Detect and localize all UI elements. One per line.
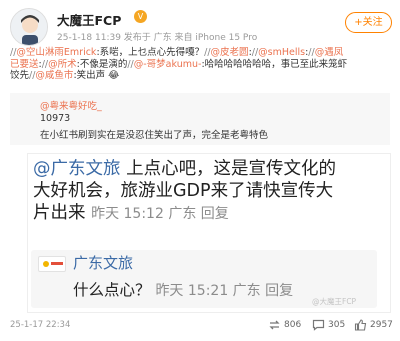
post-meta: 25-1-18 11:39 发布于 广东 来自 iPhone 15 Pro: [57, 33, 258, 43]
chain-line-3: 饺先//@咸鱼市:笑出声 😂: [10, 70, 392, 82]
repost-icon: [269, 320, 280, 330]
chain-text: :不像是演的: [76, 58, 128, 70]
screenshot-reply-text: 什么点心？: [73, 281, 156, 299]
chain-text: :系啱，上乜点心先得嘎？: [96, 47, 205, 58]
mention-link[interactable]: @smHells: [258, 47, 305, 58]
screenshot-mention: @广东文旅: [33, 159, 121, 179]
repost-count: 806: [284, 320, 302, 330]
chain-line-2: 已要送://@所术:不像是演的//@-哥梦akumu-:哈哈哈哈哈哈哈，事已至此…: [10, 59, 392, 71]
username[interactable]: 大魔王FCP: [57, 10, 121, 29]
quoted-text: 在小红书刷到实在是没忍住笑出了声，完全是老粤特色: [40, 130, 269, 141]
chain-text: :哈哈哈哈哈哈哈，事已至此来笼虾: [201, 58, 348, 70]
mention-link[interactable]: @遇凤: [315, 47, 344, 58]
chain-text: 😂: [105, 70, 120, 81]
mention-link[interactable]: @空山淋雨Emrick: [16, 47, 96, 58]
watermark: @大魔王FCP: [312, 297, 357, 306]
comment-icon: [312, 319, 325, 331]
screenshot-comment-meta: 昨天 15:12 广东 回复: [91, 206, 229, 222]
screenshot-reply-meta: 昨天 15:21 广东 回复: [155, 283, 294, 299]
like-button[interactable]: 2957: [354, 316, 393, 334]
screenshot-reply-name: 广东文旅: [73, 254, 134, 272]
chain-text: 饺先: [10, 70, 30, 81]
chain-line-1: //@空山淋雨Emrick:系啱，上乜点心先得嘎？//@皮老圆://@smHel…: [10, 47, 392, 59]
mention-link[interactable]: @所术: [48, 59, 77, 70]
screenshot-reply: 什么点心？ 昨天 15:21 广东 回复: [73, 278, 293, 300]
screenshot-comment: @广东文旅 上点心吧，这是宣传文化的 大好机会，旅游业GDP来了请快宣传大 片出…: [33, 158, 385, 225]
repost-button[interactable]: 806: [268, 316, 301, 334]
vip-badge-icon: V: [134, 10, 147, 23]
screenshot-line-3-text: 片出来: [33, 203, 92, 223]
repost-chain-text: //@空山淋雨Emrick:系啱，上乜点心先得嘎？//@皮老圆://@smHel…: [10, 47, 392, 82]
mention-link[interactable]: 已要送: [10, 59, 39, 70]
screenshot-line-2: 大好机会，旅游业GDP来了请快宣传大: [33, 181, 334, 201]
avatar-image: [11, 9, 47, 45]
quoted-username[interactable]: @粤来粤好吃_: [40, 98, 102, 112]
like-icon: [354, 319, 367, 331]
avatar[interactable]: [10, 8, 48, 46]
chain-text: :笑出声: [73, 70, 106, 81]
screenshot-line-1: @广东文旅 上点心吧，这是宣传文化的: [33, 158, 385, 180]
mention-link[interactable]: @-哥梦akumu-: [134, 59, 202, 70]
mention-link[interactable]: @皮老圆: [211, 47, 249, 58]
comment-button[interactable]: 305: [312, 316, 345, 334]
follow-button[interactable]: +关注: [345, 12, 392, 33]
screenshot-line-3: 片出来 昨天 15:12 广东 回复: [33, 202, 385, 225]
guangdong-tourism-logo-icon: [38, 256, 66, 272]
quoted-count: 10973: [40, 113, 71, 124]
comment-count: 305: [328, 320, 346, 330]
footer-date: 25-1-17 22:34: [10, 320, 71, 330]
screenshot-line-1-rest: 上点心吧，这是宣传文化的: [120, 159, 337, 179]
like-count: 2957: [370, 320, 393, 330]
mention-link[interactable]: @咸鱼市: [35, 70, 73, 81]
